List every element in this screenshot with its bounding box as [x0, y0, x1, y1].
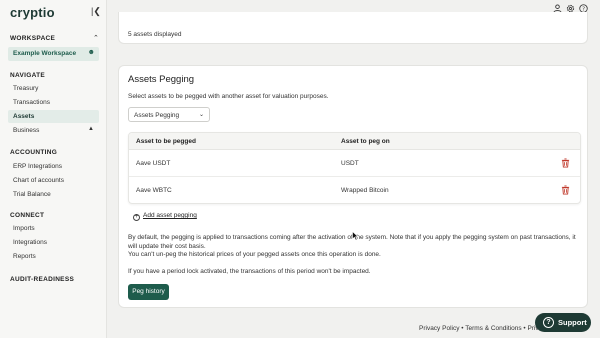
support-button[interactable]: ? Support: [535, 313, 591, 332]
dropdown-value: Assets Pegging: [134, 112, 180, 119]
table-header: Asset to be pegged Asset to peg on: [129, 133, 580, 150]
collapse-sidebar-icon[interactable]: |❮: [91, 6, 101, 17]
info-paragraph-3: If you have a period lock activated, the…: [128, 268, 371, 275]
sidebar-item-integrations[interactable]: Integrations: [8, 236, 99, 249]
plus-circle-icon: +: [133, 214, 140, 221]
workspace-name: Example Workspace: [13, 50, 77, 57]
question-icon: ?: [543, 317, 554, 328]
user-icon: ☻: [87, 49, 95, 56]
audit-readiness-heading[interactable]: AUDIT-READINESS: [10, 276, 74, 283]
sidebar-item-transactions[interactable]: Transactions: [8, 96, 99, 109]
trash-icon[interactable]: [561, 185, 570, 195]
connect-heading: CONNECT: [10, 212, 45, 219]
caret-up-icon: ▲: [88, 126, 94, 132]
column-header-peg-on: Asset to peg on: [341, 138, 390, 145]
sidebar-item-chart-of-accounts[interactable]: Chart of accounts: [8, 174, 99, 187]
sidebar-item-imports[interactable]: Imports: [8, 222, 99, 235]
assets-list-card: 5 assets displayed: [118, 12, 588, 44]
chevron-down-icon: ⌄: [198, 112, 204, 118]
sidebar-item-business[interactable]: Business ▲: [8, 124, 99, 137]
workspace-heading: WORKSPACE: [10, 35, 56, 42]
sidebar-item-trial-balance[interactable]: Trial Balance: [8, 188, 99, 201]
navigate-heading: NAVIGATE: [10, 72, 46, 79]
add-asset-pegging-link[interactable]: + Add asset pegging: [133, 212, 197, 221]
pegged-asset-cell: Aave WBTC: [136, 187, 172, 194]
pegged-asset-cell: Aave USDT: [136, 160, 171, 167]
section-subtitle: Select assets to be pegged with another …: [128, 93, 329, 100]
info-paragraph-2: You can't un-peg the historical prices o…: [128, 251, 381, 258]
cryptio-logo[interactable]: cryptio: [10, 5, 55, 20]
trash-icon[interactable]: [561, 158, 570, 168]
assets-count-text: 5 assets displayed: [128, 31, 182, 38]
column-header-pegged: Asset to be pegged: [136, 138, 196, 145]
peg-on-asset-cell: USDT: [341, 160, 359, 167]
mouse-cursor-icon: [352, 231, 359, 241]
chevron-up-icon[interactable]: ⌃: [93, 34, 99, 42]
pegging-table: Asset to be pegged Asset to peg on Aave …: [128, 132, 581, 204]
section-title: Assets Pegging: [128, 74, 195, 85]
add-asset-pegging-label: Add asset pegging: [143, 212, 197, 219]
sidebar: cryptio |❮ WORKSPACE ⌃ Example Workspace…: [0, 0, 107, 338]
pegging-type-dropdown[interactable]: Assets Pegging ⌄: [128, 107, 210, 122]
sidebar-item-label: Business: [13, 127, 40, 134]
table-row: Aave WBTC Wrapped Bitcoin: [129, 177, 580, 203]
table-row: Aave USDT USDT: [129, 150, 580, 177]
sidebar-item-reports[interactable]: Reports: [8, 250, 99, 263]
accounting-heading: ACCOUNTING: [10, 149, 58, 156]
sidebar-item-erp-integrations[interactable]: ERP Integrations: [8, 160, 99, 173]
sidebar-item-assets[interactable]: Assets: [8, 110, 99, 123]
sidebar-item-treasury[interactable]: Treasury: [8, 82, 99, 95]
peg-history-button[interactable]: Peg history: [128, 284, 169, 300]
peg-on-asset-cell: Wrapped Bitcoin: [341, 187, 389, 194]
support-label: Support: [558, 318, 587, 327]
assets-pegging-card: Assets Pegging Select assets to be pegge…: [118, 65, 588, 308]
workspace-selector[interactable]: Example Workspace ☻: [8, 47, 99, 61]
